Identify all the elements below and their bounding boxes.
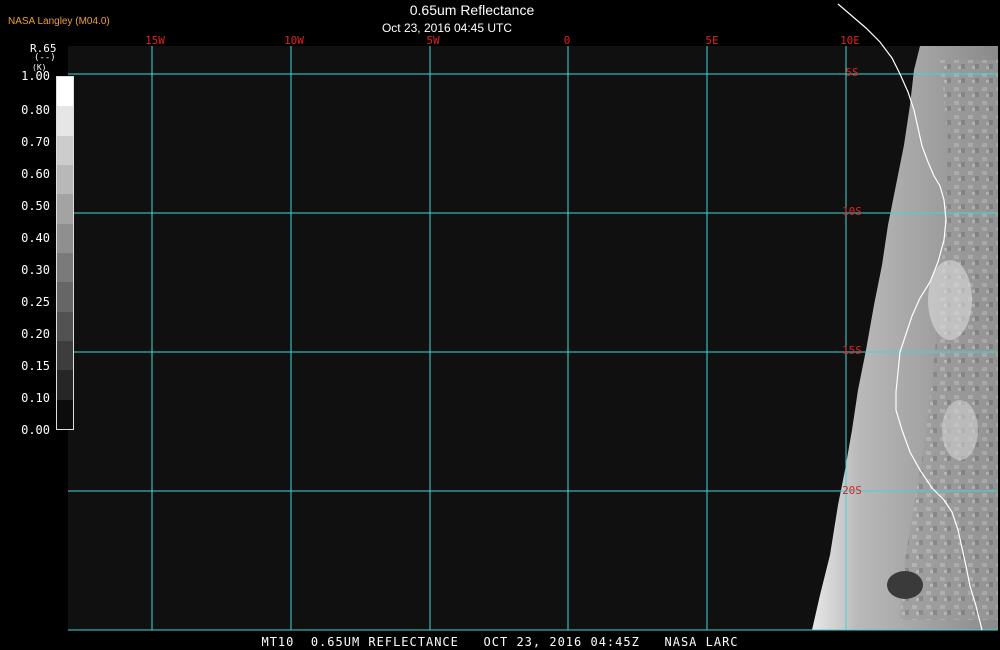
colorbar-segment [57,194,73,224]
colorbar-tick-label: 0.00 [21,423,50,437]
footer-caption: MT10 0.65UM REFLECTANCE OCT 23, 2016 04:… [261,635,739,649]
colorbar-segment [57,223,73,253]
colorbar-segment [57,311,73,341]
colorbar-segment [57,399,73,429]
latitude-label: 20S [842,484,862,497]
colorbar-tick-label: 0.70 [21,135,50,149]
longitude-label: 10W [284,34,304,47]
map-canvas [68,3,998,631]
colorbar-tick-label: 0.10 [21,391,50,405]
latitude-label: 5S [845,66,859,79]
colorbar-segment [57,135,73,165]
colorbar-tick-label: 0.40 [21,231,50,245]
product-title: 0.65um Reflectance [409,2,535,18]
colorbar-tick-label: 0.30 [21,263,50,277]
longitude-label: 5E [705,34,719,47]
bright-patch [942,400,978,460]
colorbar-tick-label: 1.00 [21,69,50,83]
colorbar-tick-label: 0.25 [21,295,50,309]
dark-patch [887,571,923,599]
colorbar [56,76,74,430]
colorbar-segment [57,370,73,400]
colorbar-tick-label: 0.15 [21,359,50,373]
colorbar-segment [57,282,73,312]
colorbar-tick-label: 0.50 [21,199,50,213]
satellite-viewer: NASA Langley (M04.0) 0.65um Reflectance … [0,0,1000,650]
longitude-label: 0 [563,34,571,47]
colorbar-segment [57,106,73,136]
colorbar-segment [57,164,73,195]
colorbar-tick-label: 0.80 [21,103,50,117]
longitude-label: 15W [145,34,165,47]
colorbar-tick-label: 0.60 [21,167,50,181]
longitude-label: 10E [840,34,860,47]
latitude-label: 10S [842,205,862,218]
timestamp: Oct 23, 2016 04:45 UTC [381,21,513,35]
latitude-label: 15S [842,344,862,357]
colorbar-units: (--) [34,53,56,63]
colorbar-segment [57,340,73,371]
colorbar-tick-label: 0.20 [21,327,50,341]
longitude-label: 5W [426,34,440,47]
colorbar-segment [57,252,73,283]
colorbar-segment [57,77,73,107]
